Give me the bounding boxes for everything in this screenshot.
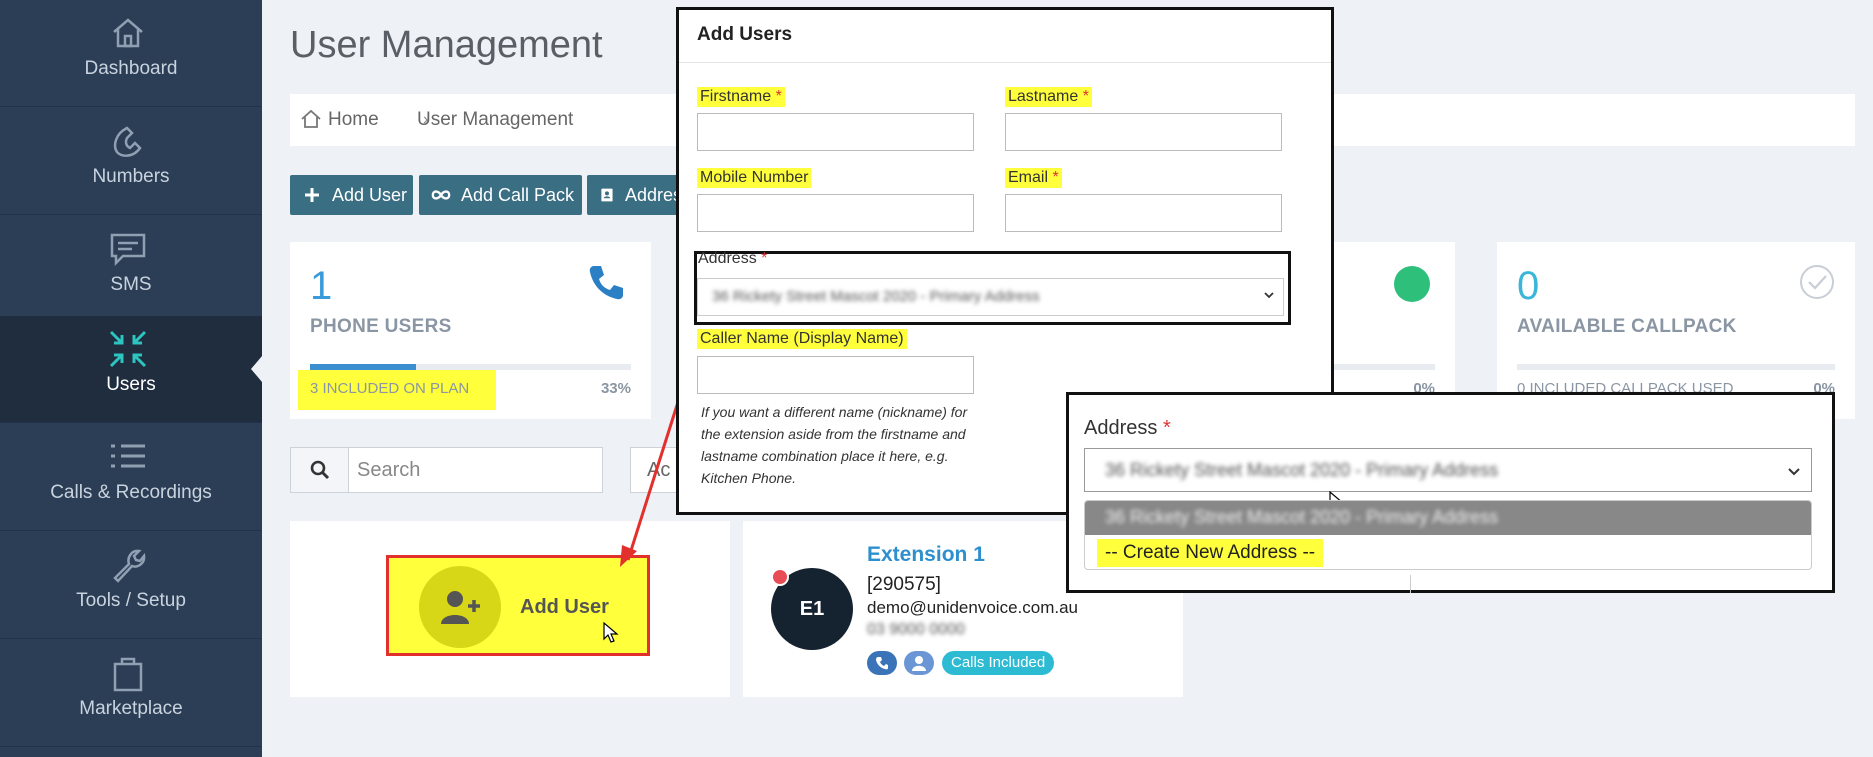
add-user-tile-label: Add User (520, 596, 609, 618)
callpack-label: AVAILABLE CALLPACK (1517, 316, 1737, 337)
caller-name-label: Caller Name (Display Name) (697, 329, 907, 349)
extension-email: demo@unidenvoice.com.au (867, 598, 1078, 617)
plus-icon (305, 188, 319, 202)
mobile-number-input[interactable] (697, 194, 974, 232)
chat-bubble-icon (110, 233, 146, 267)
address-options-list: 36 Rickety Street Mascot 2020 - Primary … (1084, 500, 1812, 570)
status-dot-icon (771, 568, 789, 586)
sidebar-item-label: Users (106, 374, 156, 395)
phone-users-percent: 33% (600, 380, 631, 397)
search-button[interactable] (291, 448, 349, 492)
sidebar-item-users[interactable]: Users (0, 316, 262, 423)
sidebar-item-label: Dashboard (84, 58, 178, 79)
breadcrumb-home[interactable]: Home (328, 109, 379, 131)
check-circle-icon (1800, 265, 1834, 299)
zoom-address-select[interactable]: 36 Rickety Street Mascot 2020 - Primary … (1084, 448, 1812, 492)
calls-included-badge: Calls Included (942, 651, 1055, 675)
phone-users-included: 3 INCLUDED ON PLAN (298, 370, 496, 410)
caller-name-input[interactable] (697, 356, 974, 394)
lastname-label: Lastname * (1005, 87, 1092, 107)
phone-icon (589, 266, 623, 300)
callpack-count: 0 (1517, 264, 1540, 308)
lastname-input[interactable] (1005, 113, 1282, 151)
modal-title: Add Users (697, 24, 793, 45)
add-call-pack-button[interactable]: Add Call Pack (419, 175, 582, 215)
callpack-progress (1517, 364, 1835, 370)
chevron-down-icon (1264, 292, 1274, 299)
user-badge-icon (904, 651, 934, 675)
create-new-address-option[interactable]: -- Create New Address -- (1097, 539, 1324, 567)
sidebar-item-sms[interactable]: SMS (0, 216, 262, 323)
mouse-cursor-icon (603, 622, 619, 643)
email-input[interactable] (1005, 194, 1282, 232)
email-label: Email * (1005, 168, 1062, 188)
address-selected-value: 36 Rickety Street Mascot 2020 - Primary … (712, 288, 1040, 305)
add-user-avatar (419, 566, 501, 648)
add-user-button[interactable]: Add User (290, 175, 413, 215)
address-book-icon (601, 188, 613, 202)
sidebar-item-label: Marketplace (79, 698, 183, 719)
add-call-pack-button-label: Add Call Pack (461, 184, 575, 205)
page-title: User Management (290, 24, 603, 66)
zoom-selected-value: 36 Rickety Street Mascot 2020 - Primary … (1105, 460, 1499, 480)
phone-badge-icon (867, 651, 897, 675)
caller-name-help-text: If you want a different name (nickname) … (701, 404, 968, 486)
firstname-label: Firstname * (697, 87, 785, 107)
sidebar-item-calls-recordings[interactable]: Calls & Recordings (0, 424, 262, 531)
address-option-primary[interactable]: 36 Rickety Street Mascot 2020 - Primary … (1085, 501, 1811, 535)
firstname-input[interactable] (697, 113, 974, 151)
wrench-icon (113, 549, 146, 583)
phone-users-card: 1 PHONE USERS 3 INCLUDED ON PLAN 33% (290, 242, 651, 419)
add-user-button-label: Add User (332, 184, 408, 205)
shopping-bag-icon (113, 657, 143, 692)
address-label: Address * (698, 250, 768, 267)
address-dropdown-zoom: Address * 36 Rickety Street Mascot 2020 … (1066, 392, 1835, 593)
address-button-label: Addres (624, 184, 682, 205)
chevron-down-icon (1788, 468, 1800, 476)
address-button[interactable]: Addres (587, 175, 682, 215)
sidebar-item-label: Numbers (92, 166, 170, 187)
modal-divider (679, 62, 1331, 63)
sidebar-item-marketplace[interactable]: Marketplace (0, 640, 262, 747)
phone-handset-icon (113, 126, 142, 157)
sidebar-item-tools-setup[interactable]: Tools / Setup (0, 532, 262, 639)
extension-phone: 03 9000 0000 (867, 621, 965, 638)
extension-title[interactable]: Extension 1 (867, 543, 985, 567)
address-select[interactable]: 36 Rickety Street Mascot 2020 - Primary … (697, 278, 1284, 316)
compress-arrows-icon (109, 330, 147, 368)
zoom-address-label: Address * (1084, 417, 1171, 439)
home-icon[interactable] (300, 108, 322, 130)
sidebar-item-label: Tools / Setup (76, 590, 186, 611)
active-indicator (251, 356, 262, 382)
search-input[interactable] (357, 448, 597, 492)
breadcrumb-current: User Management (417, 109, 574, 130)
search-box (290, 447, 603, 493)
user-plus-icon (441, 591, 480, 624)
home-icon (113, 18, 143, 48)
list-icon (111, 444, 145, 468)
search-icon (310, 460, 330, 480)
infinity-icon (431, 190, 451, 200)
sidebar-item-numbers[interactable]: Numbers (0, 108, 262, 215)
mobile-number-label: Mobile Number (697, 168, 812, 188)
phone-users-count: 1 (310, 264, 333, 308)
phone-users-label: PHONE USERS (310, 316, 452, 337)
sidebar-item-label: Calls & Recordings (50, 482, 212, 503)
extension-number: [290575] (867, 574, 941, 595)
divider (1410, 575, 1411, 593)
sidebar-item-label: SMS (110, 274, 152, 295)
status-indicator-icon (1394, 266, 1430, 302)
sidebar: Dashboard Numbers SMS Users Calls & Reco… (0, 0, 262, 757)
status-progress (1330, 364, 1435, 370)
sidebar-item-dashboard[interactable]: Dashboard (0, 0, 262, 107)
